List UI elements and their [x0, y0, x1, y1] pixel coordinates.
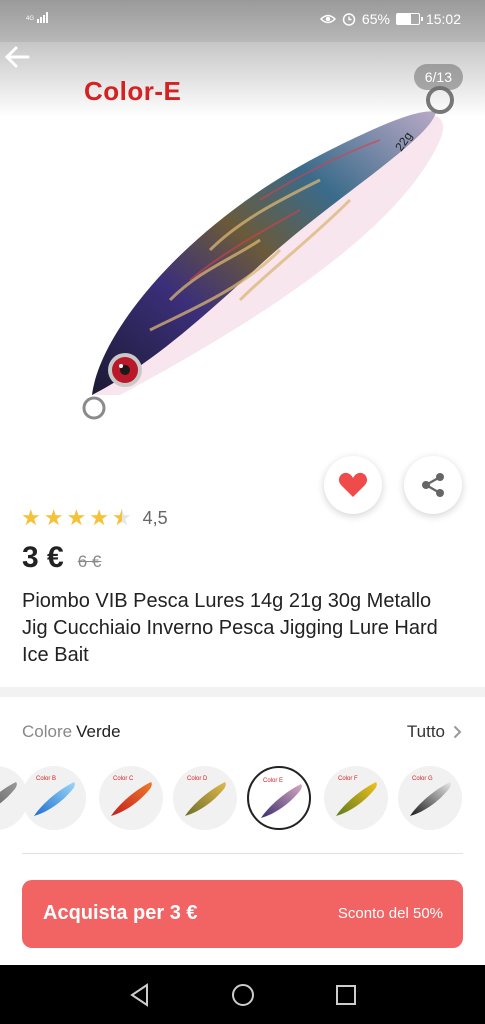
- signal-icon: 4G: [26, 12, 49, 23]
- product-title: Piombo VIB Pesca Lures 14g 21g 30g Metal…: [22, 590, 438, 666]
- home-nav-icon[interactable]: [230, 982, 256, 1008]
- eye-icon: [319, 14, 336, 24]
- back-nav-icon[interactable]: [127, 982, 153, 1008]
- rating[interactable]: ★ ★ ★ ★ ★★ 4,5: [21, 507, 168, 529]
- color-label: Colore: [22, 722, 73, 741]
- price-row: 3 € 6 €: [22, 541, 101, 575]
- star-icon: ★: [89, 505, 109, 530]
- buy-button[interactable]: Acquista per 3 € Sconto del 50%: [22, 880, 463, 948]
- star-icon: ★: [43, 505, 64, 530]
- original-price: 6 €: [77, 552, 102, 571]
- lure-thumbnail-icon: [111, 782, 152, 816]
- battery-icon: [395, 13, 423, 25]
- recents-nav-icon[interactable]: [333, 982, 359, 1008]
- back-arrow-icon[interactable]: [0, 42, 36, 72]
- lure-thumbnail-icon: [336, 782, 377, 816]
- color-swatch[interactable]: Color B: [22, 766, 86, 830]
- divider: [22, 853, 463, 854]
- image-variant-title: Color-E: [84, 76, 182, 106]
- color-swatch[interactable]: Color E: [247, 766, 311, 830]
- image-counter: 6/13: [413, 64, 463, 90]
- product-screen: 4G 65% 15:02 22g Color-E 6/13 ★ ★ ★ ★ ★ …: [0, 0, 485, 1024]
- buy-label: Acquista per 3 €: [43, 902, 198, 924]
- color-swatch[interactable]: Color F: [324, 766, 388, 830]
- section-divider: [0, 687, 485, 697]
- status-right: 65% 15:02: [319, 11, 461, 27]
- lure-thumbnail-icon: [34, 782, 75, 816]
- battery-percent: 65%: [361, 11, 390, 27]
- lure-thumbnail-icon: [185, 782, 226, 816]
- price: 3 €: [22, 541, 64, 574]
- lure-thumbnail-icon: [410, 782, 451, 816]
- rating-value: 4,5: [142, 507, 168, 528]
- color-selector-header: Colore Verde Tutto: [22, 722, 462, 744]
- show-all-link[interactable]: Tutto: [407, 722, 462, 742]
- status-bar: 4G 65% 15:02: [0, 0, 485, 42]
- star-icon: ★: [66, 505, 87, 530]
- chevron-right-icon: [453, 725, 462, 739]
- color-swatch[interactable]: Color D: [173, 766, 237, 830]
- clock: 15:02: [425, 11, 461, 27]
- lure-illustration: 22g: [82, 86, 454, 420]
- color-swatch[interactable]: Color G: [398, 766, 462, 830]
- color-swatch[interactable]: Color C: [99, 766, 163, 830]
- star-icon: ★: [21, 505, 41, 530]
- network-label: 4G: [26, 16, 35, 22]
- share-button[interactable]: [404, 456, 462, 514]
- heart-icon: [338, 472, 368, 497]
- lure-thumbnail-icon: [261, 784, 302, 818]
- alarm-icon: [342, 13, 356, 26]
- color-swatches: Color B Color C Color D Color E Color F Color…: [0, 766, 485, 832]
- selected-color: Verde: [76, 722, 121, 741]
- half-star-icon: ★★: [111, 505, 132, 530]
- navigation-bar: [0, 965, 485, 1024]
- product-image[interactable]: 22g Color-E 6/13: [0, 42, 485, 460]
- discount-label: Sconto del 50%: [337, 905, 443, 922]
- favorite-button[interactable]: [324, 456, 382, 514]
- show-all-label: Tutto: [406, 722, 445, 741]
- share-icon: [422, 473, 444, 497]
